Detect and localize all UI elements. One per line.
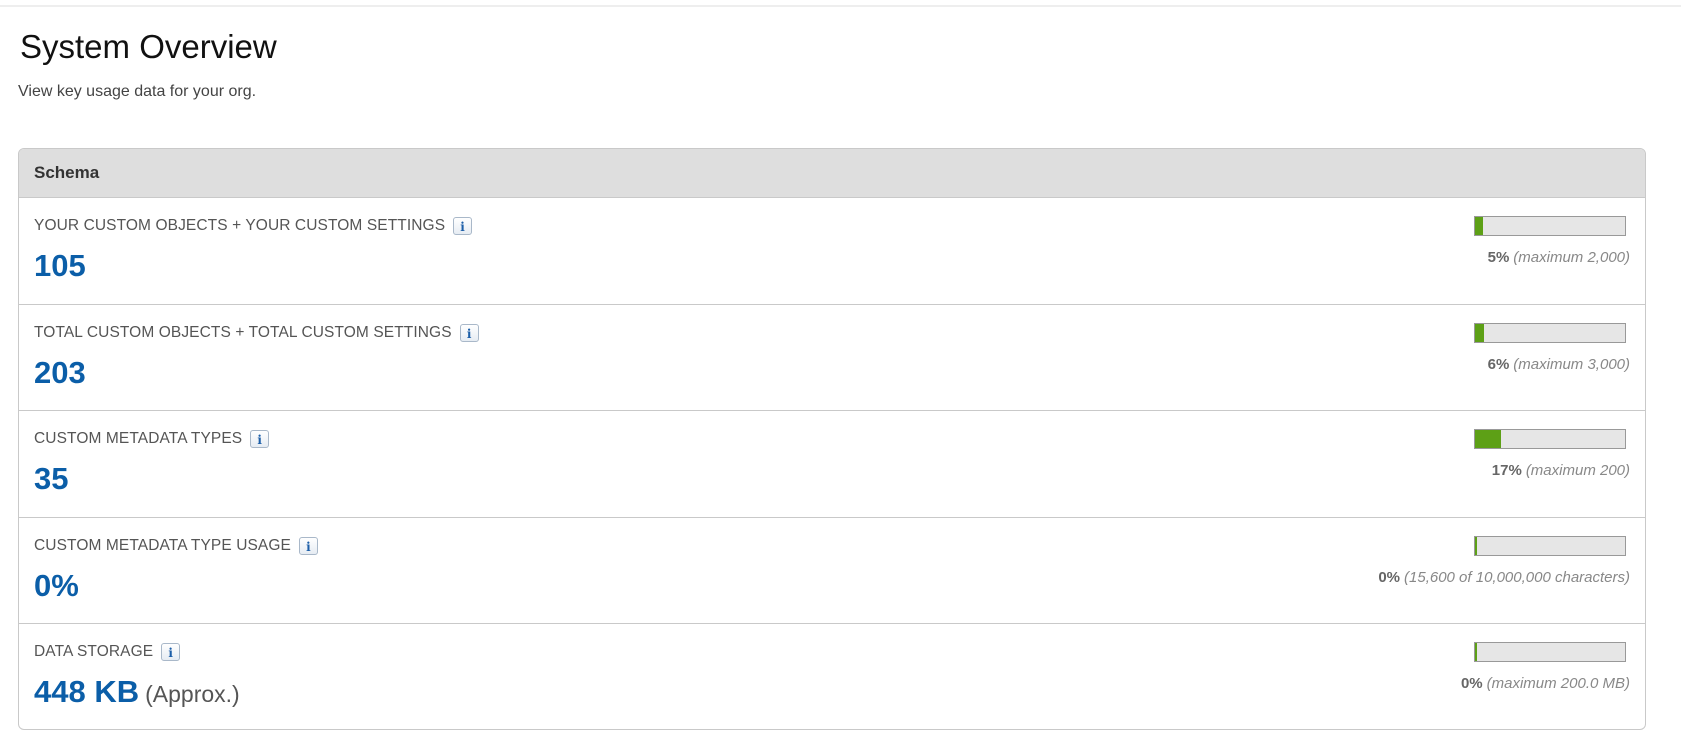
usage-value-number: 448 KB — [34, 674, 140, 709]
usage-summary: 0% (15,600 of 10,000,000 characters) — [1378, 569, 1630, 586]
usage-row-label-group: YOUR CUSTOM OBJECTS + YOUR CUSTOM SETTIN… — [34, 217, 473, 235]
usage-progress-bar — [1474, 322, 1626, 343]
schema-panel-header: Schema — [19, 149, 1645, 198]
page-title: System Overview — [20, 28, 277, 65]
info-icon[interactable]: i — [453, 217, 473, 235]
usage-detail: (maximum 200) — [1525, 462, 1630, 479]
info-icon[interactable]: i — [459, 323, 479, 342]
info-icon[interactable]: i — [250, 430, 270, 448]
usage-row-data-storage: DATA STORAGE i 448 KB (Approx.) 0% (maximu… — [19, 624, 1645, 729]
usage-progress-fill — [1475, 643, 1477, 661]
usage-progress-fill — [1475, 430, 1501, 448]
usage-value-number: 0% — [34, 567, 79, 603]
usage-row-value: 448 KB (Approx.) — [34, 674, 240, 712]
usage-progress-bar — [1474, 216, 1626, 236]
usage-row-total-custom-objects: TOTAL CUSTOM OBJECTS + TOTAL CUSTOM SETT… — [19, 305, 1645, 411]
usage-percent: 0% — [1460, 675, 1483, 692]
usage-row-your-custom-objects: YOUR CUSTOM OBJECTS + YOUR CUSTOM SETTIN… — [19, 198, 1645, 305]
usage-row-value: 203 — [34, 355, 92, 393]
usage-row-custom-metadata-type-usage: CUSTOM METADATA TYPE USAGE i 0% 0% (15,60… — [19, 518, 1645, 624]
usage-row-value: 35 — [34, 461, 74, 499]
usage-summary: 5% (maximum 2,000) — [1488, 249, 1630, 266]
usage-row-label-group: CUSTOM METADATA TYPES i — [34, 430, 270, 448]
usage-summary: 17% (maximum 200) — [1492, 462, 1630, 479]
usage-value-number: 35 — [34, 461, 69, 496]
usage-row-value: 0% — [34, 568, 85, 606]
usage-summary: 6% (maximum 3,000) — [1488, 356, 1630, 373]
usage-row-custom-metadata-types: CUSTOM METADATA TYPES i 35 17% (maximum 2… — [19, 411, 1645, 518]
usage-row-value: 105 — [34, 248, 92, 286]
usage-row-label-group: DATA STORAGE i — [34, 643, 181, 661]
schema-panel: Schema YOUR CUSTOM OBJECTS + YOUR CUSTOM… — [18, 148, 1646, 730]
usage-value-number: 203 — [34, 354, 86, 390]
usage-row-label: DATA STORAGE — [34, 643, 154, 660]
info-icon[interactable]: i — [298, 536, 318, 555]
usage-progress-bar — [1474, 535, 1626, 556]
usage-detail: (maximum 200.0 MB) — [1486, 675, 1630, 692]
usage-percent: 5% — [1487, 249, 1510, 266]
usage-percent: 17% — [1491, 462, 1522, 479]
info-icon[interactable]: i — [161, 643, 181, 661]
usage-detail: (maximum 2,000) — [1513, 249, 1630, 266]
usage-progress-bar — [1474, 429, 1626, 449]
usage-row-label: TOTAL CUSTOM OBJECTS + TOTAL CUSTOM SETT… — [34, 323, 452, 341]
usage-progress-fill — [1475, 323, 1484, 342]
usage-percent: 6% — [1487, 355, 1510, 373]
page-subtitle: View key usage data for your org. — [18, 83, 257, 100]
usage-summary: 0% (maximum 200.0 MB) — [1461, 675, 1630, 692]
usage-progress-bar — [1474, 642, 1626, 662]
usage-row-label: CUSTOM METADATA TYPE USAGE — [34, 536, 291, 554]
usage-progress-fill — [1475, 217, 1483, 235]
usage-detail: (maximum 3,000) — [1513, 355, 1630, 373]
top-divider — [0, 5, 1681, 7]
usage-value-suffix: (Approx.) — [145, 681, 240, 707]
usage-percent: 0% — [1378, 568, 1401, 586]
usage-value-number: 105 — [34, 248, 86, 283]
usage-progress-fill — [1475, 536, 1477, 555]
usage-row-label-group: CUSTOM METADATA TYPE USAGE i — [34, 536, 318, 555]
usage-detail: (15,600 of 10,000,000 characters) — [1404, 568, 1630, 586]
usage-row-label-group: TOTAL CUSTOM OBJECTS + TOTAL CUSTOM SETT… — [34, 323, 479, 342]
usage-row-label: CUSTOM METADATA TYPES — [34, 430, 243, 447]
usage-row-label: YOUR CUSTOM OBJECTS + YOUR CUSTOM SETTIN… — [34, 217, 446, 234]
